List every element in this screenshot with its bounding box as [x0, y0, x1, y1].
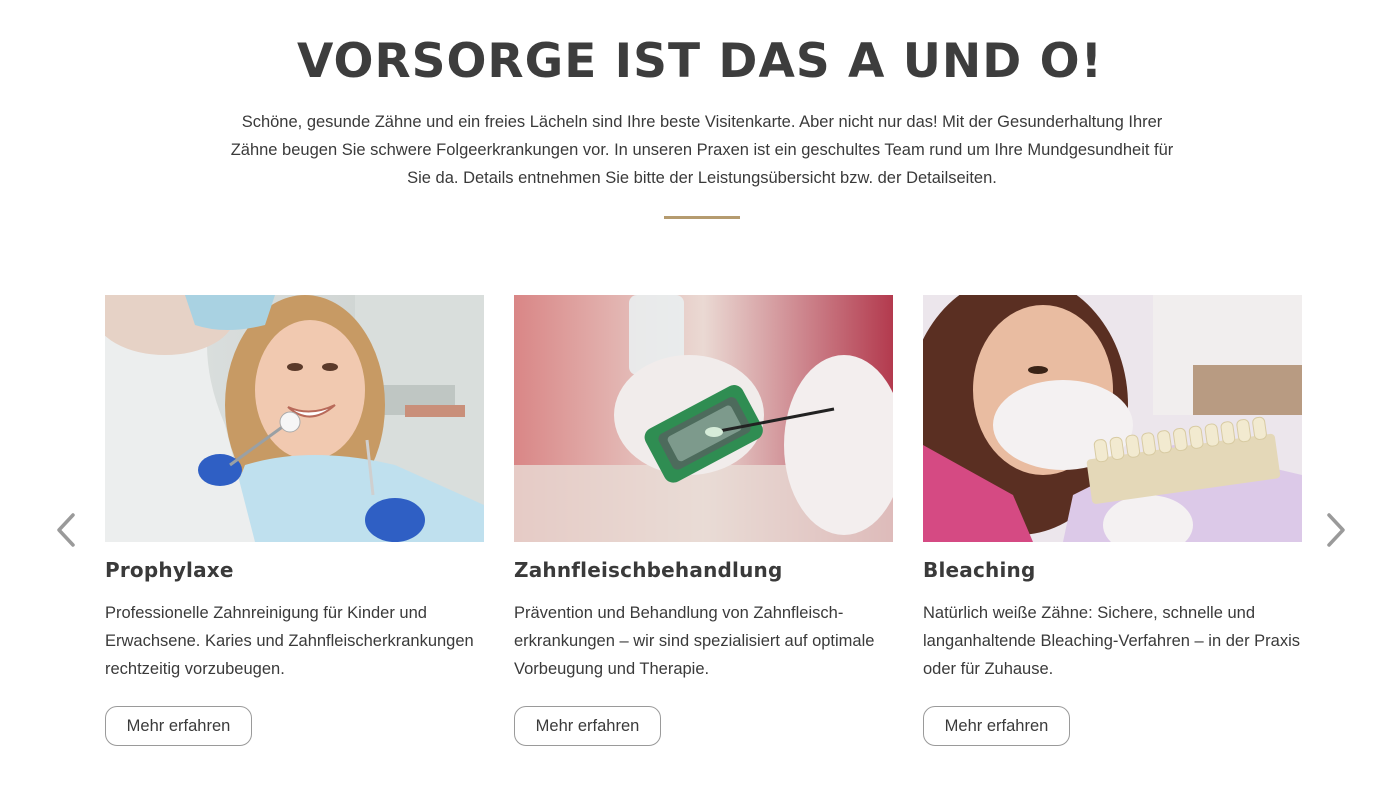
chevron-left-icon [57, 513, 75, 547]
card-title: Zahnfleischbehandlung [514, 558, 783, 582]
gum-test-sample-photo [514, 295, 893, 542]
intro-text: Schöne, gesunde Zähne und ein freies Läc… [230, 113, 1174, 187]
more-button-zahnfleischbehandlung[interactable]: Mehr erfahren [514, 706, 661, 746]
section-heading: VORSORGE IST DAS A UND O! [296, 34, 1104, 89]
carousel-next-button[interactable] [1322, 510, 1350, 550]
tooth-shade-guide-photo [923, 295, 1302, 542]
card-description: Prävention und Behandlung von Zahnfleisc… [514, 604, 875, 678]
card-description: Natürlich weiße Zähne: Sichere, schnelle… [923, 604, 1301, 678]
dentist-patient-smiling-photo [105, 295, 484, 542]
card-title: Bleaching [923, 558, 1036, 582]
chevron-right-icon [1327, 513, 1345, 547]
card-description: Professionelle Zahnreinigung für Kinder … [105, 604, 474, 678]
accent-divider [664, 216, 740, 219]
service-card-bleaching: Bleaching Natürlich weiße Zähne: Sichere… [923, 295, 1303, 746]
card-title: Prophylaxe [105, 558, 234, 582]
service-card-prophylaxe: Prophylaxe Professionelle Zahnreinigung … [105, 295, 485, 746]
service-card-zahnfleischbehandlung: Zahnfleischbehandlung Prävention und Beh… [514, 295, 894, 746]
more-button-bleaching[interactable]: Mehr erfahren [923, 706, 1070, 746]
carousel-prev-button[interactable] [52, 510, 80, 550]
more-button-prophylaxe[interactable]: Mehr erfahren [105, 706, 252, 746]
